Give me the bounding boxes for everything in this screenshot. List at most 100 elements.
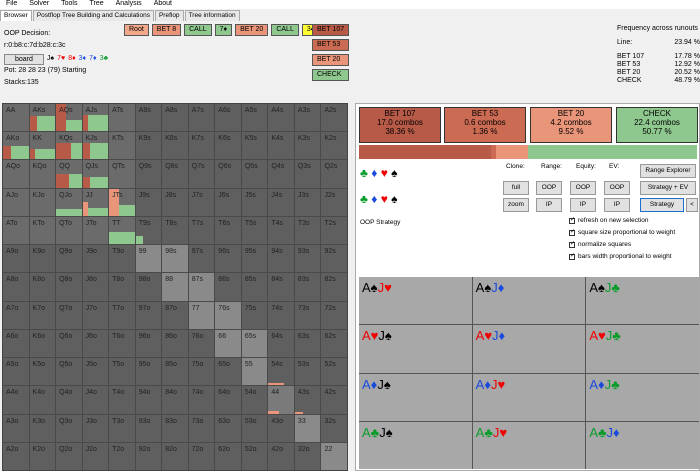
range-cell-J4o[interactable]: J4o xyxy=(82,386,109,414)
range-cell-55[interactable]: 55 xyxy=(241,358,268,386)
range-cell-44[interactable]: 44 xyxy=(268,386,294,414)
nav-node[interactable]: Root xyxy=(124,24,149,36)
range-cell-A9o[interactable]: A9o xyxy=(3,245,29,273)
range-cell-A2o[interactable]: A2o xyxy=(3,442,29,470)
range-oop-button[interactable]: OOP xyxy=(536,181,562,195)
menu-solver[interactable]: Solver xyxy=(23,0,55,9)
combo-cell[interactable]: A♦J♣ xyxy=(586,373,699,421)
range-cell-JJ[interactable]: JJ xyxy=(82,188,109,216)
range-cell-T2o[interactable]: T2o xyxy=(109,442,135,470)
range-cell-53o[interactable]: 53o xyxy=(241,414,268,442)
nav-node[interactable]: BET 8 xyxy=(151,24,182,36)
range-cell-65s[interactable]: 65s xyxy=(241,329,268,358)
range-cell-KTs[interactable]: KTs xyxy=(109,132,135,160)
menu-about[interactable]: About xyxy=(148,0,178,9)
range-cell-62o[interactable]: 62o xyxy=(215,442,241,470)
range-cell-AA[interactable]: AA xyxy=(3,104,29,132)
range-cell-K3o[interactable]: K3o xyxy=(29,414,56,442)
range-cell-K9o[interactable]: K9o xyxy=(29,245,56,273)
range-cell-Q3o[interactable]: Q3o xyxy=(56,414,82,442)
menu-analysis[interactable]: Analysis xyxy=(110,0,148,9)
back-button[interactable]: < xyxy=(686,198,698,212)
range-cell-K9s[interactable]: K9s xyxy=(135,132,162,160)
range-cell-QJo[interactable]: QJo xyxy=(56,188,82,216)
range-cell-A3s[interactable]: A3s xyxy=(294,104,321,132)
range-cell-42s[interactable]: 42s xyxy=(321,386,347,414)
range-cell-Q2o[interactable]: Q2o xyxy=(56,442,82,470)
range-cell-T9s[interactable]: T9s xyxy=(135,216,162,245)
checkbox-icon[interactable] xyxy=(569,252,575,260)
range-cell-33[interactable]: 33 xyxy=(294,414,321,442)
range-cell-K7s[interactable]: K7s xyxy=(188,132,215,160)
action-box-2[interactable]: BET 20 4.2 combos 9.52 % xyxy=(530,107,612,143)
combo-cell[interactable]: A♠J♣ xyxy=(586,277,699,325)
range-cell-J4s[interactable]: J4s xyxy=(268,188,294,216)
nav-option[interactable]: BET 53 xyxy=(312,39,350,51)
range-cell-Q5s[interactable]: Q5s xyxy=(241,160,268,188)
range-cell-84s[interactable]: 84s xyxy=(268,273,294,301)
range-cell-ATs[interactable]: ATs xyxy=(109,104,135,132)
full-button[interactable]: full xyxy=(503,181,529,195)
range-cell-K4s[interactable]: K4s xyxy=(268,132,294,160)
range-cell-A8s[interactable]: A8s xyxy=(162,104,188,132)
range-cell-KQo[interactable]: KQo xyxy=(29,160,56,188)
combo-cell[interactable]: A♠J♦ xyxy=(472,277,586,325)
range-cell-J9s[interactable]: J9s xyxy=(135,188,162,216)
range-cell-K5o[interactable]: K5o xyxy=(29,358,56,386)
zoom-button[interactable]: zoom xyxy=(503,198,529,212)
range-cell-87o[interactable]: 87o xyxy=(162,301,188,329)
range-cell-K6s[interactable]: K6s xyxy=(215,132,241,160)
range-cell-54s[interactable]: 54s xyxy=(268,358,294,386)
range-cell-92s[interactable]: 92s xyxy=(321,245,347,273)
range-cell-KK[interactable]: KK xyxy=(29,132,56,160)
range-cell-T3o[interactable]: T3o xyxy=(109,414,135,442)
range-cell-73s[interactable]: 73s xyxy=(294,301,321,329)
range-cell-22[interactable]: 22 xyxy=(321,442,347,470)
range-cell-J7s[interactable]: J7s xyxy=(188,188,215,216)
range-cell-K2s[interactable]: K2s xyxy=(321,132,347,160)
range-cell-J2s[interactable]: J2s xyxy=(321,188,347,216)
range-cell-K4o[interactable]: K4o xyxy=(29,386,56,414)
range-cell-A2s[interactable]: A2s xyxy=(321,104,347,132)
range-cell-63s[interactable]: 63s xyxy=(294,329,321,358)
option-checkbox-0[interactable]: refresh on new selection xyxy=(569,216,648,224)
range-cell-J2o[interactable]: J2o xyxy=(82,442,109,470)
range-cell-98s[interactable]: 98s xyxy=(162,245,188,273)
range-cell-K5s[interactable]: K5s xyxy=(241,132,268,160)
range-cell-Q5o[interactable]: Q5o xyxy=(56,358,82,386)
range-cell-54o[interactable]: 54o xyxy=(241,386,268,414)
range-cell-Q8s[interactable]: Q8s xyxy=(162,160,188,188)
range-cell-T8o[interactable]: T8o xyxy=(109,273,135,301)
range-cell-Q6s[interactable]: Q6s xyxy=(215,160,241,188)
range-cell-74s[interactable]: 74s xyxy=(268,301,294,329)
range-cell-93s[interactable]: 93s xyxy=(294,245,321,273)
nav-node[interactable]: BET 20 xyxy=(235,24,269,36)
range-cell-95o[interactable]: 95o xyxy=(135,358,162,386)
range-cell-T9o[interactable]: T9o xyxy=(109,245,135,273)
board-button[interactable]: board xyxy=(4,54,44,65)
range-cell-AJs[interactable]: AJs xyxy=(82,104,109,132)
tab-2[interactable]: Preflop xyxy=(154,10,184,21)
range-cell-88[interactable]: 88 xyxy=(162,273,188,301)
combo-cell[interactable]: A♥J♠ xyxy=(359,325,472,373)
range-cell-42o[interactable]: 42o xyxy=(268,442,294,470)
range-cell-Q9s[interactable]: Q9s xyxy=(135,160,162,188)
range-cell-75o[interactable]: 75o xyxy=(188,358,215,386)
range-cell-Q7o[interactable]: Q7o xyxy=(56,301,82,329)
range-cell-K2o[interactable]: K2o xyxy=(29,442,56,470)
range-cell-83s[interactable]: 83s xyxy=(294,273,321,301)
range-cell-Q3s[interactable]: Q3s xyxy=(294,160,321,188)
range-cell-32s[interactable]: 32s xyxy=(321,414,347,442)
range-cell-83o[interactable]: 83o xyxy=(162,414,188,442)
action-box-3[interactable]: CHECK 22.4 combos 50.77 % xyxy=(616,107,698,143)
range-cell-64o[interactable]: 64o xyxy=(215,386,241,414)
range-cell-QJs[interactable]: QJs xyxy=(82,160,109,188)
range-cell-72o[interactable]: 72o xyxy=(188,442,215,470)
action-box-0[interactable]: BET 107 17.0 combos 38.36 % xyxy=(359,107,441,143)
range-cell-Q6o[interactable]: Q6o xyxy=(56,329,82,358)
combo-cell[interactable]: A♦J♠ xyxy=(359,373,472,421)
checkbox-icon[interactable] xyxy=(569,240,575,248)
range-cell-T7s[interactable]: T7s xyxy=(188,216,215,245)
range-cell-76o[interactable]: 76o xyxy=(188,329,215,358)
menu-tools[interactable]: Tools xyxy=(55,0,83,9)
